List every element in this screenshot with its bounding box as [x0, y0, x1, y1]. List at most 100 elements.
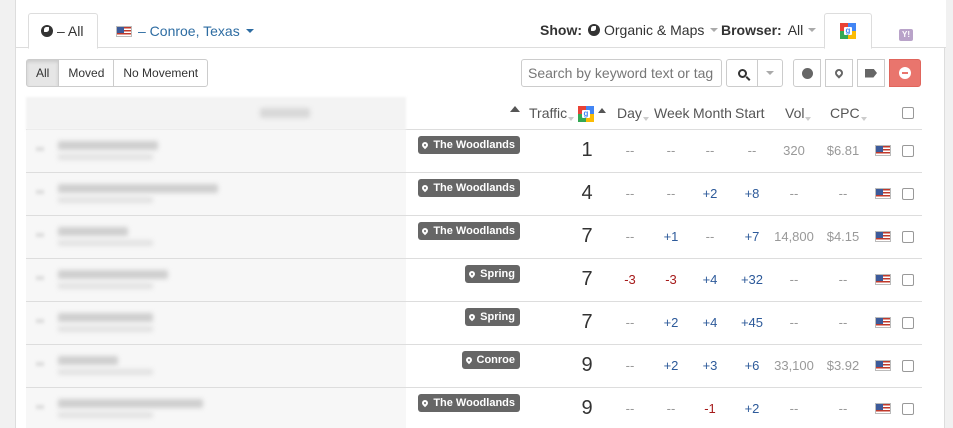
us-flag-icon	[116, 25, 132, 37]
sort-asc-icon[interactable]	[510, 106, 520, 112]
table-row[interactable]: Spring 7 -3 -3 +4 +32 -- --	[26, 259, 922, 302]
table-row[interactable]: The Woodlands 9 -- -- -1 +2 -- --	[26, 388, 922, 428]
sort-icon	[805, 117, 812, 121]
us-flag-icon	[875, 360, 891, 371]
google-rank: 7	[581, 268, 593, 290]
row-checkbox[interactable]	[902, 145, 914, 157]
keyword-search-input[interactable]	[521, 59, 722, 87]
google-icon: g	[578, 106, 594, 122]
rankings-panel: – All – Conroe, Texas Show: Organic & Ma…	[15, 0, 946, 428]
week-change: --	[666, 401, 676, 416]
us-flag-icon	[875, 317, 891, 328]
location-cell: The Woodlands	[406, 388, 522, 428]
remove-keywords-button[interactable]	[889, 59, 921, 87]
keyword-cell-blurred	[26, 302, 406, 344]
map-pin-icon	[421, 140, 430, 149]
chevron-down-icon	[245, 29, 254, 33]
keyword-cell-blurred	[26, 130, 406, 172]
row-checkbox[interactable]	[902, 231, 914, 243]
tab-google[interactable]: g	[824, 13, 872, 49]
filter-no-movement-button[interactable]: No Movement	[113, 59, 209, 87]
movement-filter-group: All Moved No Movement	[26, 59, 209, 87]
location-badge[interactable]: Conroe	[461, 351, 520, 369]
location-badge[interactable]: The Woodlands	[418, 394, 520, 412]
sort-asc-icon	[597, 108, 606, 113]
search-volume: 14,800	[774, 229, 814, 244]
col-day[interactable]: Day	[617, 105, 649, 121]
start-change: +32	[740, 272, 764, 287]
location-cell: Spring	[406, 302, 522, 344]
table-row[interactable]: The Woodlands 7 -- +1 -- +7 14,800 $4.15	[26, 216, 922, 259]
col-vol[interactable]: Vol	[785, 105, 812, 121]
col-start[interactable]: Start	[735, 105, 765, 121]
show-filter[interactable]: Show: Organic & Maps	[540, 22, 719, 38]
chevron-down-icon	[766, 71, 774, 75]
week-change: +2	[663, 315, 679, 330]
cost-per-click: $6.81	[826, 143, 860, 158]
row-checkbox[interactable]	[902, 274, 914, 286]
search-options-button[interactable]	[757, 59, 783, 87]
week-change: -3	[665, 272, 677, 287]
globe-icon	[588, 24, 600, 36]
map-pin-icon	[833, 67, 845, 79]
map-pin-icon	[421, 183, 430, 192]
col-google-rank[interactable]: g	[578, 106, 606, 125]
filter-tags-button[interactable]	[857, 59, 885, 87]
select-all-checkbox[interactable]	[902, 107, 914, 119]
cost-per-click: --	[838, 401, 848, 416]
col-month[interactable]: Month	[693, 105, 732, 121]
row-checkbox[interactable]	[902, 403, 914, 415]
row-checkbox[interactable]	[902, 188, 914, 200]
location-badge[interactable]: The Woodlands	[418, 222, 520, 240]
row-checkbox[interactable]	[902, 360, 914, 372]
tab-all-locations[interactable]: – All	[28, 13, 98, 49]
keyword-cell-blurred	[26, 345, 406, 387]
start-change: +6	[744, 358, 760, 373]
browser-filter[interactable]: Browser: All	[721, 22, 817, 38]
google-rank: 7	[581, 225, 593, 247]
search-volume: 33,100	[774, 358, 814, 373]
filter-moved-button[interactable]: Moved	[58, 59, 115, 87]
location-badge[interactable]: Spring	[465, 265, 520, 283]
minus-circle-icon	[899, 67, 911, 79]
location-label: The Woodlands	[433, 225, 515, 237]
filter-organic-button[interactable]	[793, 59, 821, 87]
month-change: --	[705, 229, 715, 244]
week-change: +1	[663, 229, 679, 244]
location-cell: The Woodlands	[406, 173, 522, 215]
search-volume: --	[789, 401, 799, 416]
table-row[interactable]: The Woodlands 4 -- -- +2 +8 -- --	[26, 173, 922, 216]
location-label: Spring	[480, 268, 515, 280]
col-week[interactable]: Week	[654, 105, 690, 121]
table-row[interactable]: Spring 7 -- +2 +4 +45 -- --	[26, 302, 922, 345]
map-pin-icon	[421, 398, 430, 407]
cost-per-click: --	[838, 272, 848, 287]
day-change: --	[625, 315, 635, 330]
globe-icon	[801, 67, 813, 79]
location-badge[interactable]: The Woodlands	[418, 136, 520, 154]
google-rank: 7	[581, 311, 593, 333]
col-cpc[interactable]: CPC	[830, 105, 867, 121]
location-label: The Woodlands	[433, 139, 515, 151]
tab-location[interactable]: – Conroe, Texas	[116, 13, 254, 49]
location-badge[interactable]: The Woodlands	[418, 179, 520, 197]
day-change: -3	[624, 272, 636, 287]
month-change: +2	[702, 186, 718, 201]
google-rank: 9	[581, 397, 593, 419]
location-badge[interactable]: Spring	[465, 308, 520, 326]
cost-per-click: --	[838, 186, 848, 201]
day-change: --	[625, 401, 635, 416]
col-traffic[interactable]: Traffic	[529, 105, 575, 121]
cost-per-click: $4.15	[826, 229, 860, 244]
cost-per-click: --	[838, 315, 848, 330]
filter-maps-button[interactable]	[825, 59, 853, 87]
table-row[interactable]: Conroe 9 -- +2 +3 +6 33,100 $3.92	[26, 345, 922, 388]
search-button[interactable]	[726, 59, 758, 87]
row-checkbox[interactable]	[902, 317, 914, 329]
map-pin-icon	[467, 312, 477, 321]
location-cell: The Woodlands	[406, 130, 522, 172]
tab-yahoo[interactable]: Y!	[886, 17, 926, 53]
table-row[interactable]: The Woodlands 1 -- -- -- -- 320 $6.81	[26, 130, 922, 173]
start-change: +2	[744, 401, 760, 416]
filter-all-button[interactable]: All	[26, 59, 60, 87]
